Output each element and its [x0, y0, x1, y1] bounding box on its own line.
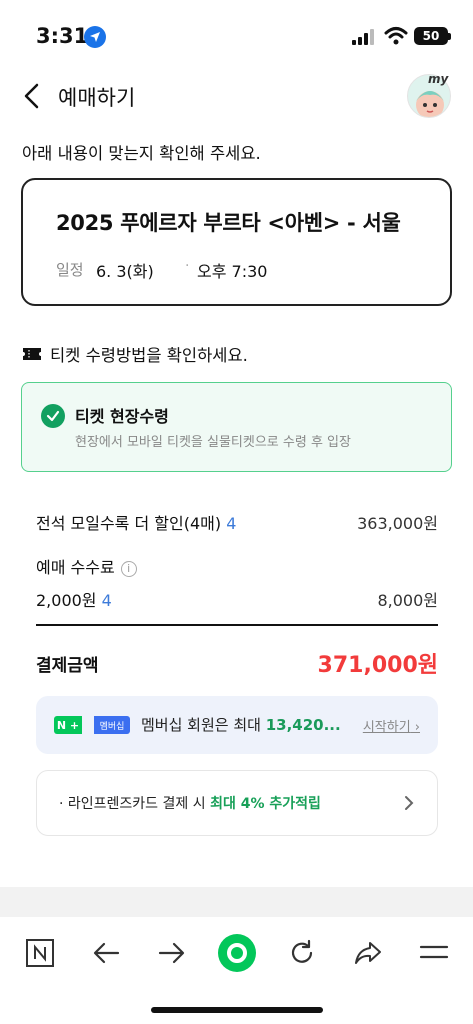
membership-banner[interactable]: N + 멤버십 멤버십 회원은 최대 13,420... 시작하기 ›	[36, 696, 438, 754]
green-dot-icon	[218, 934, 256, 972]
schedule-label: 일정	[56, 261, 84, 279]
membership-start-link[interactable]: 시작하기 ›	[363, 716, 420, 735]
naver-home-button[interactable]	[20, 933, 60, 973]
arrow-left-icon	[93, 942, 120, 964]
status-bar: 3:31 50	[0, 0, 473, 70]
menu-button[interactable]	[414, 933, 454, 973]
cellular-signal-icon	[352, 29, 374, 45]
chevron-right-icon	[405, 796, 414, 810]
membership-amount: 13,420...	[265, 716, 341, 734]
refresh-icon	[291, 939, 313, 963]
card-promo-highlight: 최대 4% 추가적립	[210, 796, 321, 812]
info-icon[interactable]: i	[120, 561, 137, 577]
event-time: 오후 7:30	[197, 262, 268, 281]
fee-label-row: 예매 수수료 i	[36, 554, 438, 580]
schedule-separator: ·	[185, 258, 190, 274]
avatar-label: my	[428, 72, 449, 86]
npay-badge: N +	[54, 716, 82, 734]
naver-n-icon	[26, 939, 54, 967]
ticket-method-description: 현장에서 모바일 티켓을 실물티켓으로 수령 후 입장	[75, 435, 351, 450]
event-card: 2025 푸에르자 부르타 <아벤> - 서울 일정 6. 3(화) · 오후 …	[21, 178, 452, 306]
discount-label: 전석 모일수록 더 할인(4매)	[36, 514, 222, 533]
membership-text: 멤버십 회원은 최대 13,420...	[141, 716, 341, 734]
discount-count: 4	[226, 514, 237, 533]
fee-count: 4	[101, 591, 112, 610]
membership-badge: 멤버십	[94, 716, 130, 734]
ticket-method-option[interactable]: 티켓 현장수령 현장에서 모바일 티켓을 실물티켓으로 수령 후 입장	[21, 382, 452, 472]
check-circle-icon	[41, 404, 65, 428]
confirm-notice: 아래 내용이 맞는지 확인해 주세요.	[22, 144, 261, 163]
forward-button[interactable]	[152, 933, 192, 973]
battery-icon: 50	[414, 27, 451, 45]
page-title: 예매하기	[58, 86, 136, 110]
discount-row: 전석 모일수록 더 할인(4매) 4 363,000원	[36, 510, 438, 536]
wifi-icon	[384, 27, 408, 45]
browser-toolbar	[0, 917, 473, 1024]
card-promo-text: · 라인프렌즈카드 결제 시 최대 4% 추가적립	[59, 796, 321, 812]
fee-row: 2,000원 4 8,000원	[36, 587, 438, 613]
green-dot-button[interactable]	[216, 932, 258, 974]
back-arrow-icon[interactable]	[18, 80, 46, 112]
ticket-icon	[23, 348, 41, 360]
event-title: 2025 푸에르자 부르타 <아벤> - 서울	[56, 211, 401, 235]
total-label: 결제금액	[36, 656, 99, 676]
divider	[36, 624, 438, 626]
share-button[interactable]	[348, 933, 388, 973]
card-promo-banner[interactable]: · 라인프렌즈카드 결제 시 최대 4% 추가적립	[36, 770, 438, 836]
total-value: 371,000원	[317, 653, 438, 678]
ticket-method-title: 티켓 현장수령	[75, 407, 169, 426]
home-indicator	[151, 1007, 323, 1013]
location-arrow-icon	[84, 26, 106, 48]
app-header: 예매하기 my	[0, 70, 473, 122]
share-arrow-icon	[355, 942, 381, 964]
hamburger-menu-icon	[419, 945, 449, 959]
fee-unit: 2,000원	[36, 591, 97, 610]
back-button[interactable]	[86, 933, 126, 973]
arrow-right-icon	[158, 942, 185, 964]
refresh-button[interactable]	[282, 933, 322, 973]
fee-label: 예매 수수료	[36, 558, 115, 577]
status-time: 3:31	[36, 24, 89, 48]
event-date: 6. 3(화)	[96, 262, 154, 281]
discount-value: 363,000원	[357, 514, 438, 533]
section-spacer	[0, 887, 473, 917]
fee-value: 8,000원	[377, 591, 438, 610]
ticket-section-title: 티켓 수령방법을 확인하세요.	[50, 346, 248, 365]
